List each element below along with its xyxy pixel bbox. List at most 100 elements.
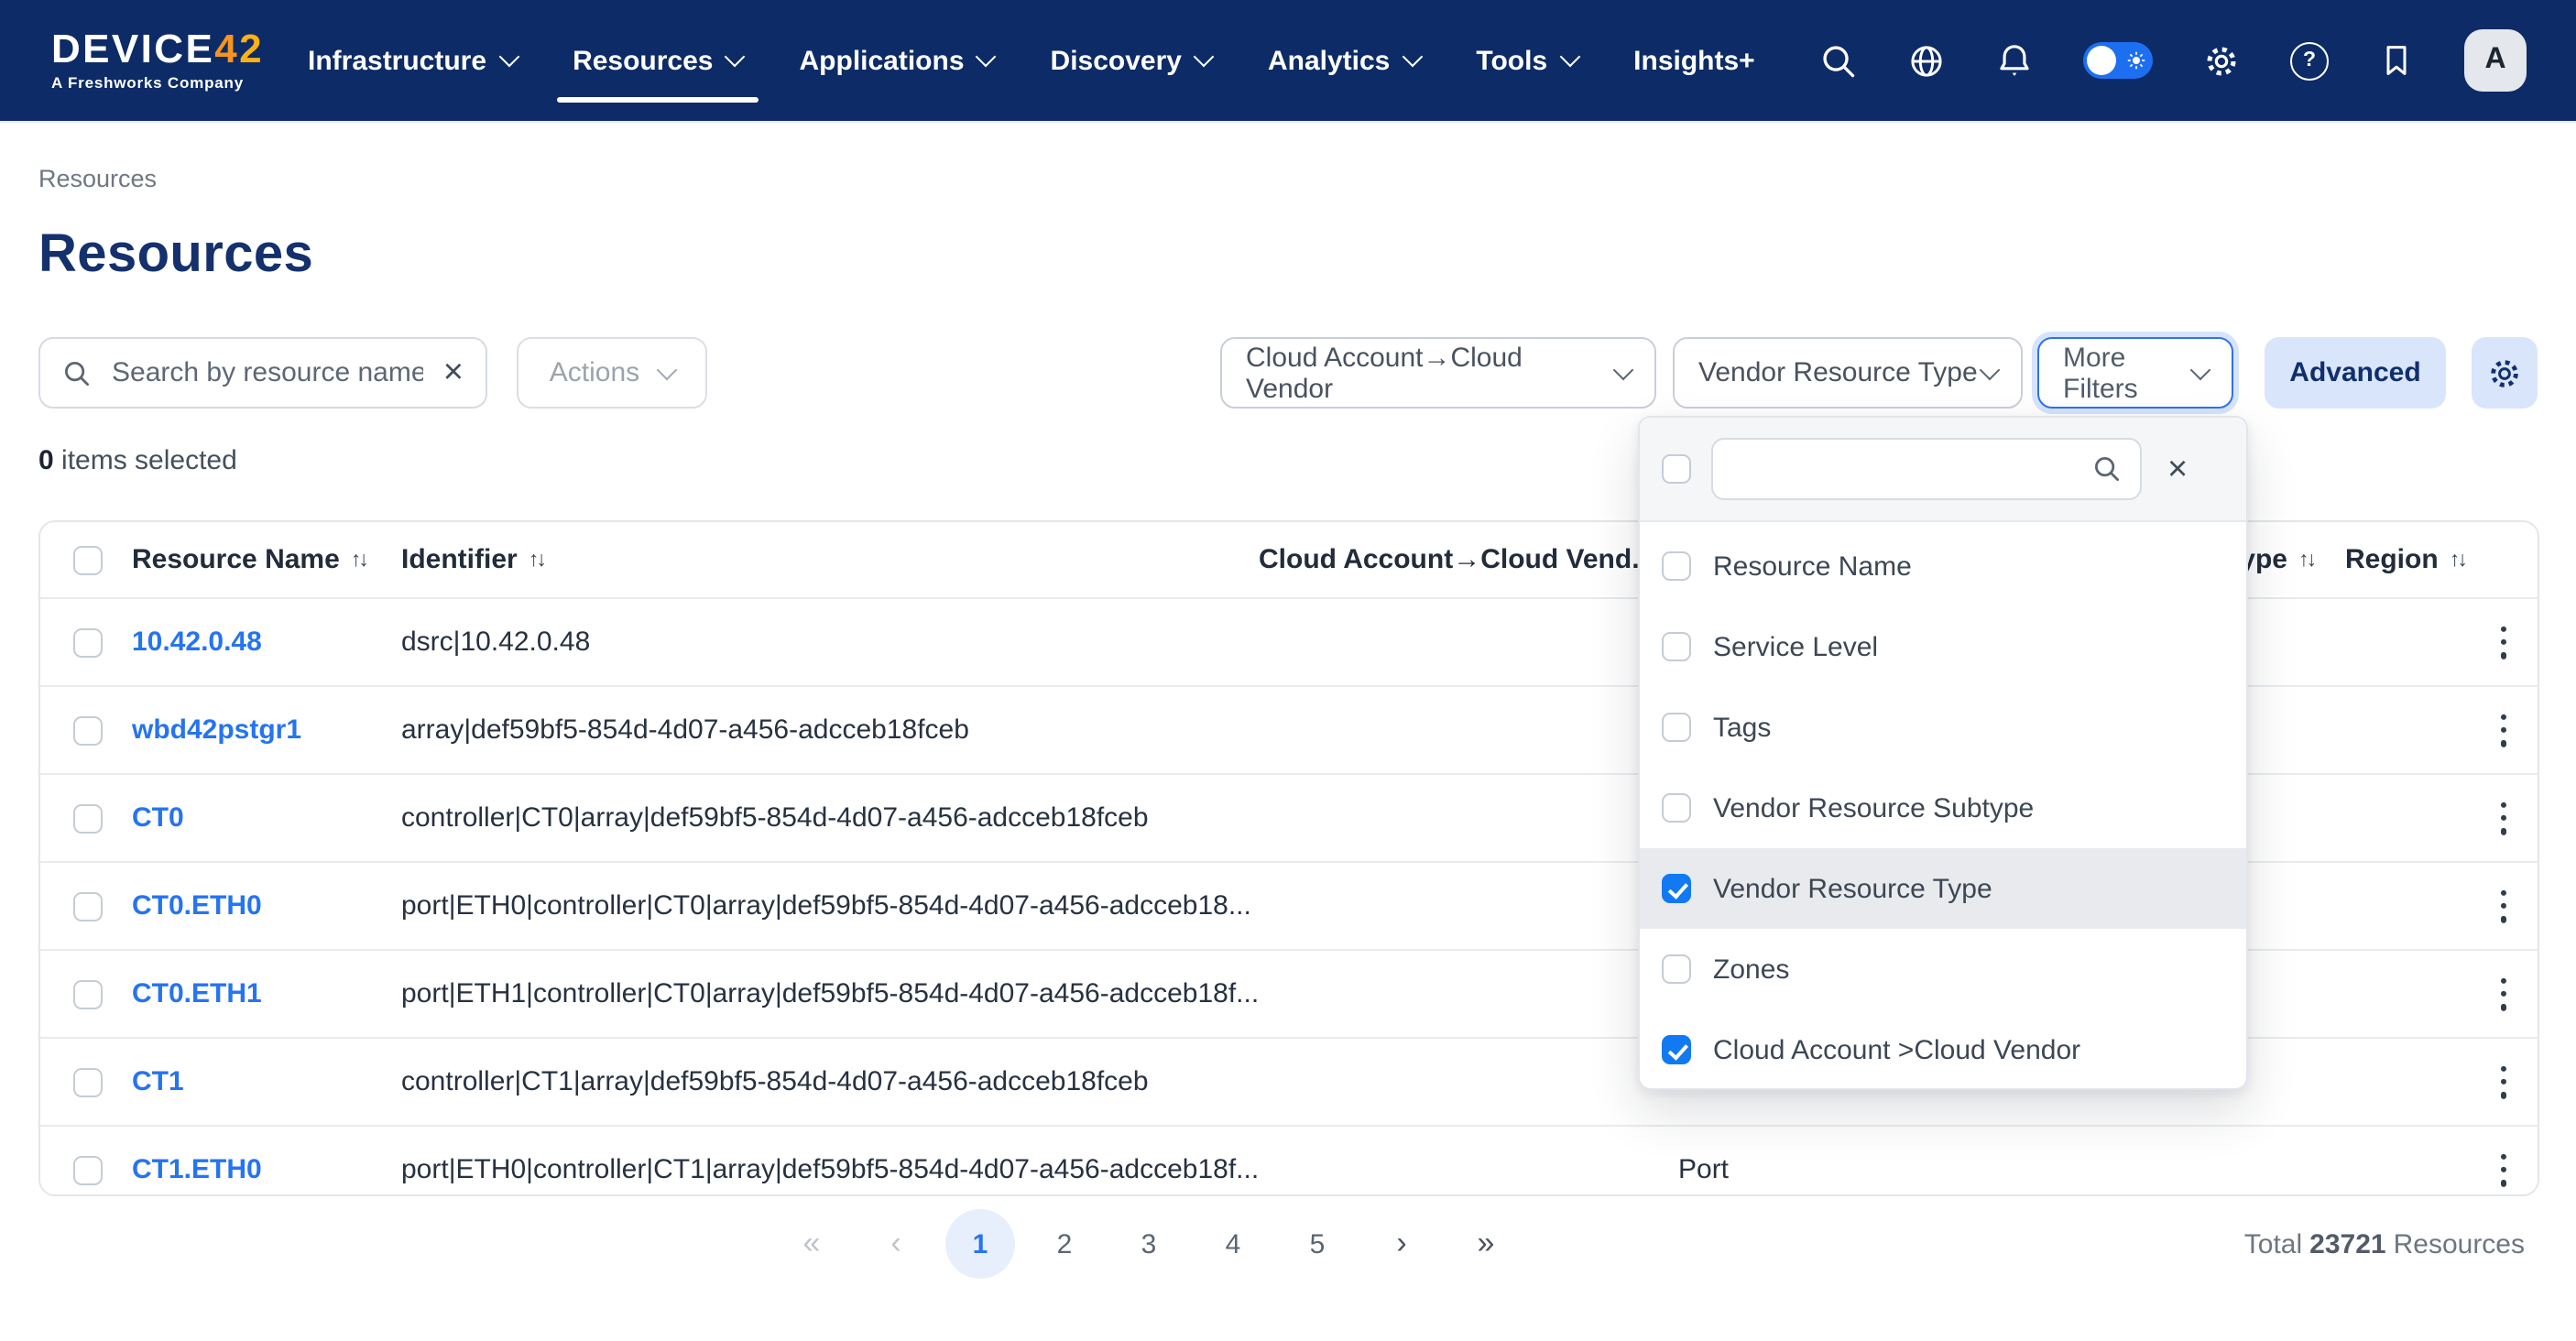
kebab-menu-icon[interactable] — [2493, 1058, 2514, 1106]
breadcrumb[interactable]: Resources — [38, 165, 157, 192]
help-glyph: ? — [2303, 49, 2316, 71]
cloud-account-filter-label: Cloud Account→Cloud Vendor — [1246, 342, 1616, 404]
device42-logo[interactable]: DEVICE42 A Freshworks Company — [51, 30, 264, 92]
filter-option-checkbox[interactable] — [1662, 551, 1691, 581]
resource-name-link[interactable]: CT0.ETH1 — [132, 951, 262, 1037]
dropdown-close-icon[interactable]: × — [2167, 452, 2188, 486]
page-first-button[interactable]: « — [777, 1209, 846, 1279]
selected-count: 0 — [38, 445, 54, 476]
vendor-resource-type-filter[interactable]: Vendor Resource Type — [1673, 337, 2023, 409]
filter-option-vendor-resource-subtype[interactable]: Vendor Resource Subtype — [1640, 768, 2246, 848]
column-header-identifier[interactable]: Identifier — [401, 522, 544, 597]
filter-option-checkbox[interactable] — [1662, 954, 1691, 984]
filter-option-checkbox[interactable] — [1662, 874, 1691, 903]
bookmark-icon[interactable] — [2378, 42, 2415, 79]
kebab-menu-icon[interactable] — [2493, 706, 2514, 754]
total-resources: Total 23721 Resources — [2244, 1229, 2525, 1260]
page-button-3[interactable]: 3 — [1114, 1209, 1184, 1279]
theme-toggle[interactable] — [2083, 42, 2153, 79]
page-prev-button[interactable]: ‹ — [861, 1209, 931, 1279]
filter-option-zones[interactable]: Zones — [1640, 929, 2246, 1009]
gear-icon — [2486, 354, 2523, 391]
clear-search-icon[interactable]: × — [443, 355, 464, 390]
nav-utility-icons: ? A — [1819, 29, 2527, 92]
filter-option-label: Service Level — [1713, 631, 1878, 662]
user-avatar[interactable]: A — [2464, 29, 2527, 92]
top-nav: DEVICE42 A Freshworks Company Infrastruc… — [0, 0, 2576, 123]
column-header-resource-name[interactable]: Resource Name — [132, 522, 366, 597]
search-icon[interactable] — [1819, 41, 1858, 80]
search-icon — [2092, 454, 2122, 484]
toggle-knob — [2087, 46, 2116, 75]
resource-identifier: controller|CT1|array|def59bf5-854d-4d07-… — [401, 1039, 1149, 1125]
page-button-1[interactable]: 1 — [945, 1209, 1015, 1279]
nav-item-label: Infrastructure — [308, 45, 486, 76]
row-checkbox[interactable] — [73, 715, 103, 745]
kebab-menu-icon[interactable] — [2493, 970, 2514, 1018]
column-header-cloud-account[interactable]: Cloud Account→Cloud Vend... — [1259, 522, 1681, 597]
column-header-region[interactable]: Region — [2345, 522, 2465, 597]
dropdown-search-input[interactable] — [1731, 452, 2092, 485]
kebab-menu-icon[interactable] — [2493, 618, 2514, 666]
row-checkbox[interactable] — [73, 979, 103, 1008]
search-input[interactable] — [108, 355, 427, 390]
row-checkbox[interactable] — [73, 803, 103, 833]
more-filters-button[interactable]: More Filters — [2037, 337, 2233, 409]
row-checkbox[interactable] — [73, 627, 103, 657]
sun-icon — [2127, 51, 2145, 70]
filter-option-checkbox[interactable] — [1662, 1035, 1691, 1064]
nav-item-discovery[interactable]: Discovery — [1051, 45, 1211, 76]
kebab-menu-icon[interactable] — [2493, 1146, 2514, 1194]
main-menu: Infrastructure Resources Applications Disco… — [308, 45, 1755, 76]
filter-option-cloud-account-cloud-vendor[interactable]: Cloud Account >Cloud Vendor — [1640, 1009, 2246, 1090]
table-settings-button[interactable] — [2472, 337, 2538, 409]
cloud-account-filter[interactable]: Cloud Account→Cloud Vendor — [1220, 337, 1656, 409]
resource-name-link[interactable]: CT1 — [132, 1039, 184, 1125]
globe-icon[interactable] — [1907, 41, 1946, 80]
nav-item-resources[interactable]: Resources — [573, 45, 742, 76]
vendor-resource-type-filter-label: Vendor Resource Type — [1698, 357, 1978, 388]
dropdown-search-box[interactable] — [1711, 438, 2142, 500]
select-all-checkbox[interactable] — [73, 545, 103, 574]
row-checkbox[interactable] — [73, 1155, 103, 1184]
page-button-2[interactable]: 2 — [1030, 1209, 1099, 1279]
filter-option-resource-name[interactable]: Resource Name — [1640, 526, 2246, 606]
resource-search-box[interactable]: × — [38, 337, 487, 409]
nav-item-analytics[interactable]: Analytics — [1268, 45, 1419, 76]
actions-button[interactable]: Actions — [517, 337, 707, 409]
bell-icon[interactable] — [1995, 41, 2034, 80]
toolbar: × Actions Cloud Account→Cloud Vendor Ven… — [38, 337, 2538, 409]
nav-item-tools[interactable]: Tools — [1476, 45, 1577, 76]
page-last-button[interactable]: » — [1451, 1209, 1521, 1279]
resource-name-link[interactable]: CT0.ETH0 — [132, 863, 262, 949]
filter-option-label: Vendor Resource Type — [1713, 873, 1992, 904]
kebab-menu-icon[interactable] — [2493, 794, 2514, 842]
filter-option-tags[interactable]: Tags — [1640, 687, 2246, 768]
help-icon[interactable]: ? — [2290, 41, 2329, 80]
resource-name-link[interactable]: 10.42.0.48 — [132, 599, 262, 685]
dropdown-select-all-checkbox[interactable] — [1662, 454, 1691, 484]
nav-item-infrastructure[interactable]: Infrastructure — [308, 45, 516, 76]
filter-option-vendor-resource-type[interactable]: Vendor Resource Type — [1640, 848, 2246, 929]
resource-name-link[interactable]: CT0 — [132, 775, 184, 861]
logo-tagline: A Freshworks Company — [51, 76, 264, 92]
filter-option-service-level[interactable]: Service Level — [1640, 606, 2246, 687]
filter-option-checkbox[interactable] — [1662, 713, 1691, 742]
nav-item-applications[interactable]: Applications — [800, 45, 994, 76]
page-next-button[interactable]: › — [1367, 1209, 1436, 1279]
total-count: 23721 — [2309, 1229, 2385, 1260]
page-button-4[interactable]: 4 — [1198, 1209, 1268, 1279]
resource-name-link[interactable]: CT1.ETH0 — [132, 1127, 262, 1213]
advanced-button[interactable]: Advanced — [2265, 337, 2446, 409]
row-checkbox[interactable] — [73, 1067, 103, 1096]
gear-icon[interactable] — [2202, 41, 2241, 80]
nav-item-insights[interactable]: Insights+ — [1633, 45, 1755, 76]
filter-option-checkbox[interactable] — [1662, 793, 1691, 823]
row-checkbox[interactable] — [73, 891, 103, 921]
resource-identifier: array|def59bf5-854d-4d07-a456-adcceb18fc… — [401, 687, 969, 773]
filter-option-checkbox[interactable] — [1662, 632, 1691, 661]
resource-name-link[interactable]: wbd42pstgr1 — [132, 687, 301, 773]
kebab-menu-icon[interactable] — [2493, 882, 2514, 930]
chevron-down-icon — [1613, 359, 1634, 380]
page-button-5[interactable]: 5 — [1283, 1209, 1352, 1279]
